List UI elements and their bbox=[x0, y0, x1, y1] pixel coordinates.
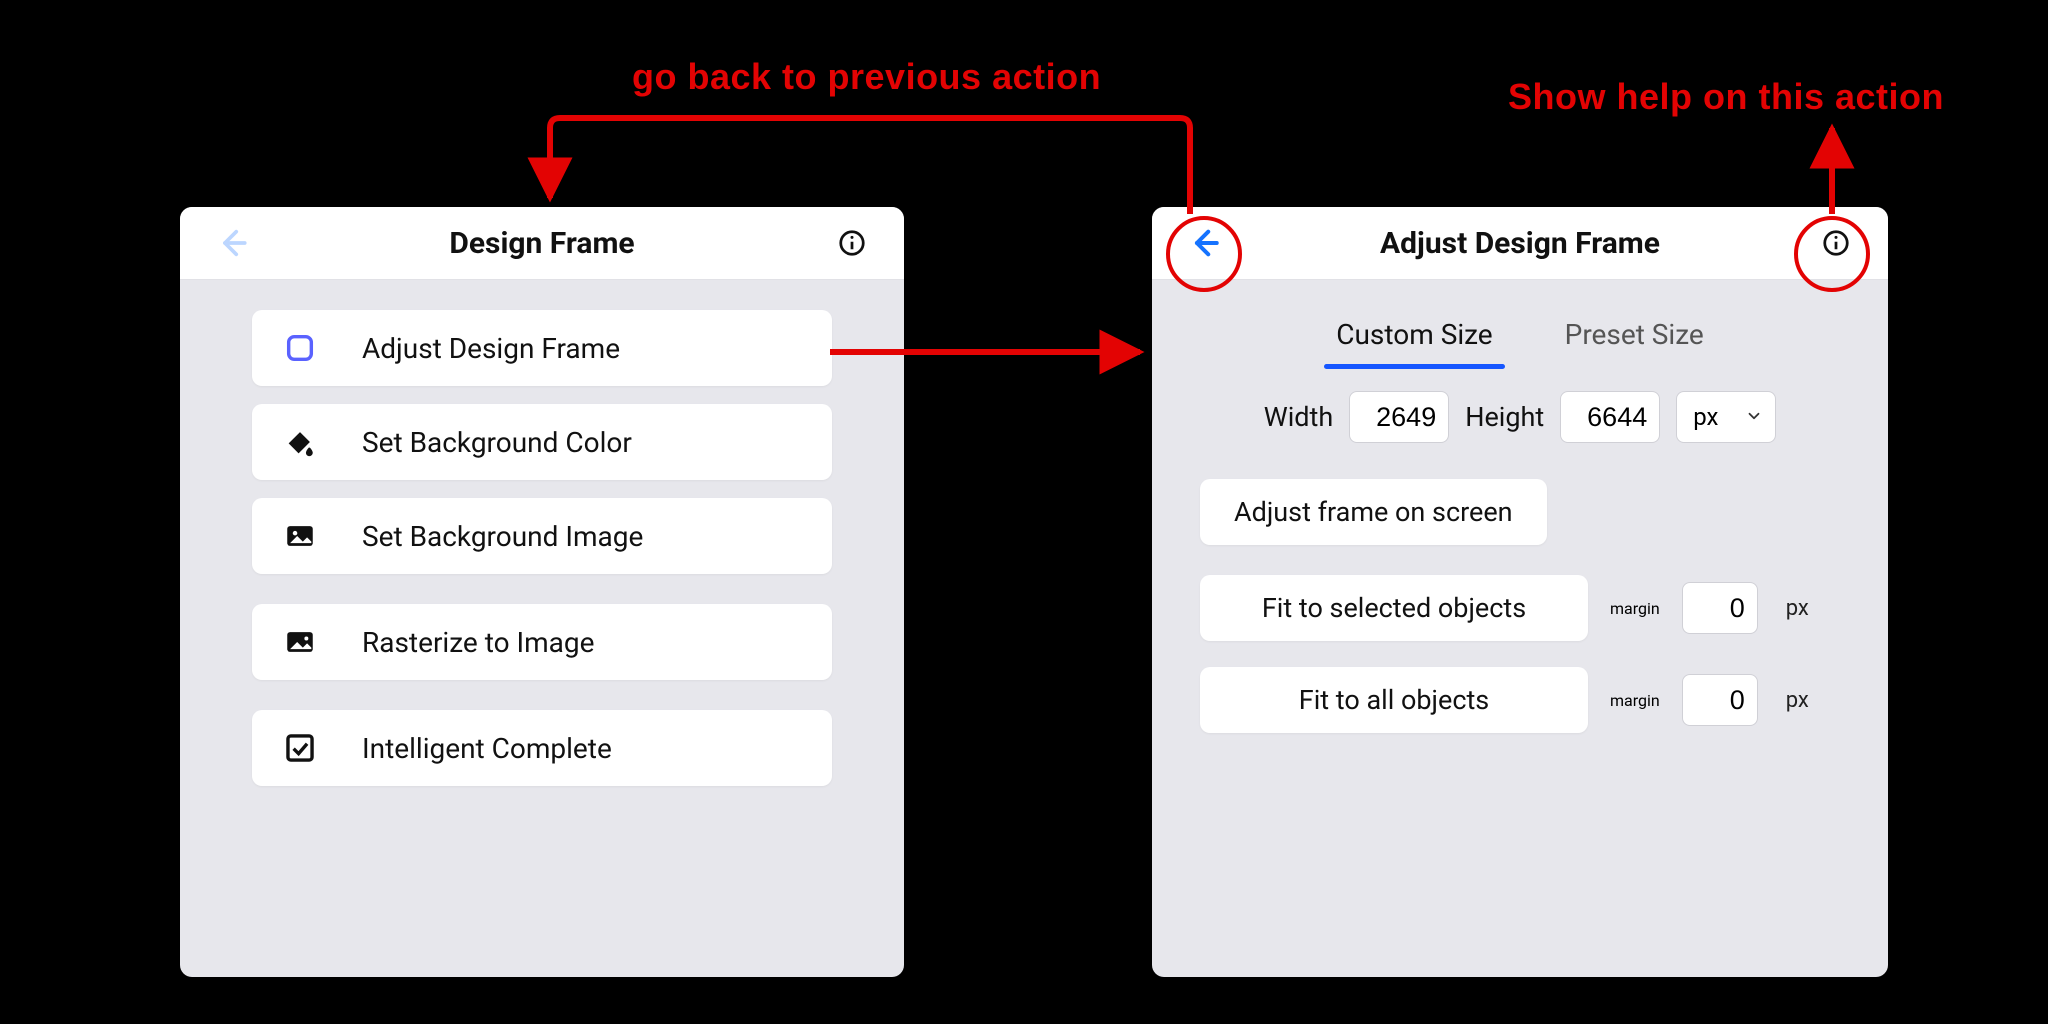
button-label: Adjust frame on screen bbox=[1234, 496, 1513, 528]
menu-item-set-bg-color[interactable]: Set Background Color bbox=[252, 404, 832, 480]
unit-suffix: px bbox=[1786, 596, 1809, 621]
annotation-help-caption: Show help on this action bbox=[1508, 76, 1944, 118]
arrow-left-icon bbox=[215, 226, 249, 260]
square-outline-icon bbox=[282, 330, 318, 366]
fit-all-button[interactable]: Fit to all objects bbox=[1200, 667, 1588, 733]
tab-custom-size[interactable]: Custom Size bbox=[1332, 306, 1496, 363]
button-label: Fit to selected objects bbox=[1262, 592, 1526, 624]
design-frame-panel: Design Frame Adjust Design Frame Set Bac… bbox=[180, 207, 904, 977]
menu-item-adjust-design-frame[interactable]: Adjust Design Frame bbox=[252, 310, 832, 386]
button-label: Fit to all objects bbox=[1299, 684, 1489, 716]
height-label: Height bbox=[1465, 401, 1544, 433]
annotated-screenshot: Design Frame Adjust Design Frame Set Bac… bbox=[0, 0, 2048, 1024]
info-icon bbox=[837, 228, 867, 258]
annotation-circle-back bbox=[1166, 216, 1242, 292]
size-row: Width Height px bbox=[1200, 391, 1840, 443]
unit-select-value: px bbox=[1693, 403, 1718, 431]
height-input[interactable] bbox=[1560, 391, 1660, 443]
chevron-down-icon bbox=[1745, 403, 1763, 431]
menu-item-label: Set Background Image bbox=[362, 520, 643, 553]
menu-item-label: Intelligent Complete bbox=[362, 732, 612, 765]
size-tabs: Custom Size Preset Size bbox=[1200, 306, 1840, 363]
menu-item-label: Rasterize to Image bbox=[362, 626, 594, 659]
panel-title: Adjust Design Frame bbox=[1234, 226, 1806, 261]
annotation-circle-info bbox=[1794, 216, 1870, 292]
image-icon bbox=[282, 518, 318, 554]
tab-preset-size[interactable]: Preset Size bbox=[1561, 306, 1708, 363]
panel-header: Design Frame bbox=[180, 207, 904, 280]
margin-label: margin bbox=[1610, 691, 1660, 710]
menu-item-intelligent-complete[interactable]: Intelligent Complete bbox=[252, 710, 832, 786]
panel-body: Adjust Design Frame Set Background Color… bbox=[180, 280, 904, 834]
margin-all-input[interactable] bbox=[1682, 674, 1758, 726]
paint-bucket-icon bbox=[282, 424, 318, 460]
panel-header: Adjust Design Frame bbox=[1152, 207, 1888, 280]
margin-selected-input[interactable] bbox=[1682, 582, 1758, 634]
annotation-back-caption: go back to previous action bbox=[632, 56, 1101, 98]
back-button[interactable] bbox=[202, 226, 262, 260]
info-button[interactable] bbox=[822, 228, 882, 258]
adjust-on-screen-button[interactable]: Adjust frame on screen bbox=[1200, 479, 1547, 545]
width-input[interactable] bbox=[1349, 391, 1449, 443]
panel-title: Design Frame bbox=[262, 226, 822, 261]
menu-item-label: Adjust Design Frame bbox=[362, 332, 620, 365]
checkbox-icon bbox=[282, 730, 318, 766]
unit-suffix: px bbox=[1786, 688, 1809, 713]
margin-label: margin bbox=[1610, 599, 1660, 618]
menu-item-label: Set Background Color bbox=[362, 426, 632, 459]
menu-item-rasterize[interactable]: Rasterize to Image bbox=[252, 604, 832, 680]
width-label: Width bbox=[1264, 401, 1333, 433]
adjust-design-frame-panel: Adjust Design Frame Custom Size Preset S… bbox=[1152, 207, 1888, 977]
annotation-arrow-back bbox=[550, 118, 1190, 214]
menu-item-set-bg-image[interactable]: Set Background Image bbox=[252, 498, 832, 574]
image-rasterize-icon bbox=[282, 624, 318, 660]
fit-selected-button[interactable]: Fit to selected objects bbox=[1200, 575, 1588, 641]
unit-select[interactable]: px bbox=[1676, 391, 1776, 443]
panel-body: Custom Size Preset Size Width Height px … bbox=[1152, 280, 1888, 789]
